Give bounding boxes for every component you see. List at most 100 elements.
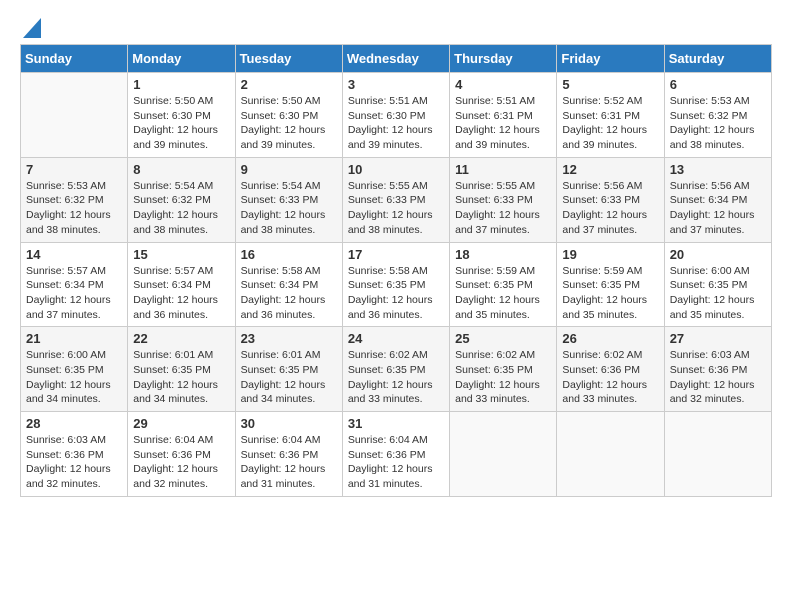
- day-number: 6: [670, 77, 766, 92]
- week-row-1: 7Sunrise: 5:53 AM Sunset: 6:32 PM Daylig…: [21, 157, 772, 242]
- day-cell: 6 Sunrise: 5:53 AM Sunset: 6:32 PM Daylig…: [664, 73, 771, 158]
- day-info: Sunrise: 5:53 AM Sunset: 6:32 PM Dayligh…: [26, 179, 122, 238]
- day-cell: 13 Sunrise: 5:56 AM Sunset: 6:34 PM Dayli…: [664, 157, 771, 242]
- day-cell: 1 Sunrise: 5:50 AM Sunset: 6:30 PM Daylig…: [128, 73, 235, 158]
- header-cell-friday: Friday: [557, 45, 664, 73]
- day-number: 23: [241, 331, 337, 346]
- day-info: Sunrise: 5:50 AM Sunset: 6:30 PM Dayligh…: [241, 94, 337, 153]
- page-header: [20, 20, 772, 34]
- logo: [20, 20, 41, 34]
- day-info: Sunrise: 5:55 AM Sunset: 6:33 PM Dayligh…: [348, 179, 444, 238]
- day-cell: 4 Sunrise: 5:51 AM Sunset: 6:31 PM Daylig…: [450, 73, 557, 158]
- day-info: Sunrise: 6:00 AM Sunset: 6:35 PM Dayligh…: [670, 264, 766, 323]
- calendar-header: SundayMondayTuesdayWednesdayThursdayFrid…: [21, 45, 772, 73]
- day-cell: 2Sunrise: 5:50 AM Sunset: 6:30 PM Daylig…: [235, 73, 342, 158]
- day-info: Sunrise: 6:02 AM Sunset: 6:35 PM Dayligh…: [455, 348, 551, 407]
- day-cell: [664, 412, 771, 497]
- day-cell: 30 Sunrise: 6:04 AM Sunset: 6:36 PM Dayli…: [235, 412, 342, 497]
- day-cell: 21 Sunrise: 6:00 AM Sunset: 6:35 PM Dayli…: [21, 327, 128, 412]
- day-cell: 20 Sunrise: 6:00 AM Sunset: 6:35 PM Dayli…: [664, 242, 771, 327]
- day-cell: 23 Sunrise: 6:01 AM Sunset: 6:35 PM Dayli…: [235, 327, 342, 412]
- day-number: 16: [241, 247, 337, 262]
- day-number: 12: [562, 162, 658, 177]
- day-cell: [557, 412, 664, 497]
- day-number: 8: [133, 162, 229, 177]
- week-row-2: 14Sunrise: 5:57 AM Sunset: 6:34 PM Dayli…: [21, 242, 772, 327]
- day-info: Sunrise: 6:03 AM Sunset: 6:36 PM Dayligh…: [670, 348, 766, 407]
- day-number: 31: [348, 416, 444, 431]
- day-cell: 3Sunrise: 5:51 AM Sunset: 6:30 PM Daylig…: [342, 73, 449, 158]
- day-info: Sunrise: 5:57 AM Sunset: 6:34 PM Dayligh…: [133, 264, 229, 323]
- logo-triangle-icon: [23, 18, 41, 38]
- day-cell: 7Sunrise: 5:53 AM Sunset: 6:32 PM Daylig…: [21, 157, 128, 242]
- day-info: Sunrise: 6:01 AM Sunset: 6:35 PM Dayligh…: [133, 348, 229, 407]
- day-number: 10: [348, 162, 444, 177]
- day-info: Sunrise: 5:56 AM Sunset: 6:33 PM Dayligh…: [562, 179, 658, 238]
- day-info: Sunrise: 6:02 AM Sunset: 6:36 PM Dayligh…: [562, 348, 658, 407]
- day-number: 18: [455, 247, 551, 262]
- header-cell-saturday: Saturday: [664, 45, 771, 73]
- day-number: 3: [348, 77, 444, 92]
- day-cell: 28 Sunrise: 6:03 AM Sunset: 6:36 PM Dayli…: [21, 412, 128, 497]
- day-number: 19: [562, 247, 658, 262]
- day-number: 24: [348, 331, 444, 346]
- day-cell: 18 Sunrise: 5:59 AM Sunset: 6:35 PM Dayli…: [450, 242, 557, 327]
- day-info: Sunrise: 5:55 AM Sunset: 6:33 PM Dayligh…: [455, 179, 551, 238]
- day-cell: 29 Sunrise: 6:04 AM Sunset: 6:36 PM Dayli…: [128, 412, 235, 497]
- day-number: 5: [562, 77, 658, 92]
- day-number: 26: [562, 331, 658, 346]
- day-cell: 15 Sunrise: 5:57 AM Sunset: 6:34 PM Dayli…: [128, 242, 235, 327]
- day-cell: 27Sunrise: 6:03 AM Sunset: 6:36 PM Dayli…: [664, 327, 771, 412]
- day-cell: 22 Sunrise: 6:01 AM Sunset: 6:35 PM Dayli…: [128, 327, 235, 412]
- day-number: 15: [133, 247, 229, 262]
- day-number: 13: [670, 162, 766, 177]
- day-info: Sunrise: 5:58 AM Sunset: 6:35 PM Dayligh…: [348, 264, 444, 323]
- day-cell: 5 Sunrise: 5:52 AM Sunset: 6:31 PM Daylig…: [557, 73, 664, 158]
- day-cell: 17 Sunrise: 5:58 AM Sunset: 6:35 PM Dayli…: [342, 242, 449, 327]
- day-number: 22: [133, 331, 229, 346]
- day-cell: 26 Sunrise: 6:02 AM Sunset: 6:36 PM Dayli…: [557, 327, 664, 412]
- day-info: Sunrise: 6:02 AM Sunset: 6:35 PM Dayligh…: [348, 348, 444, 407]
- day-cell: [450, 412, 557, 497]
- day-cell: 31 Sunrise: 6:04 AM Sunset: 6:36 PM Dayli…: [342, 412, 449, 497]
- day-info: Sunrise: 5:50 AM Sunset: 6:30 PM Dayligh…: [133, 94, 229, 153]
- day-info: Sunrise: 6:04 AM Sunset: 6:36 PM Dayligh…: [133, 433, 229, 492]
- day-cell: 16Sunrise: 5:58 AM Sunset: 6:34 PM Dayli…: [235, 242, 342, 327]
- day-number: 1: [133, 77, 229, 92]
- day-info: Sunrise: 5:53 AM Sunset: 6:32 PM Dayligh…: [670, 94, 766, 153]
- day-number: 28: [26, 416, 122, 431]
- day-info: Sunrise: 5:54 AM Sunset: 6:33 PM Dayligh…: [241, 179, 337, 238]
- day-cell: 24 Sunrise: 6:02 AM Sunset: 6:35 PM Dayli…: [342, 327, 449, 412]
- day-number: 29: [133, 416, 229, 431]
- day-number: 9: [241, 162, 337, 177]
- day-info: Sunrise: 6:04 AM Sunset: 6:36 PM Dayligh…: [348, 433, 444, 492]
- day-info: Sunrise: 5:52 AM Sunset: 6:31 PM Dayligh…: [562, 94, 658, 153]
- header-cell-wednesday: Wednesday: [342, 45, 449, 73]
- day-info: Sunrise: 6:01 AM Sunset: 6:35 PM Dayligh…: [241, 348, 337, 407]
- day-info: Sunrise: 5:56 AM Sunset: 6:34 PM Dayligh…: [670, 179, 766, 238]
- header-cell-sunday: Sunday: [21, 45, 128, 73]
- day-number: 21: [26, 331, 122, 346]
- day-info: Sunrise: 6:03 AM Sunset: 6:36 PM Dayligh…: [26, 433, 122, 492]
- day-info: Sunrise: 6:04 AM Sunset: 6:36 PM Dayligh…: [241, 433, 337, 492]
- day-cell: 12 Sunrise: 5:56 AM Sunset: 6:33 PM Dayli…: [557, 157, 664, 242]
- week-row-4: 28 Sunrise: 6:03 AM Sunset: 6:36 PM Dayli…: [21, 412, 772, 497]
- day-number: 20: [670, 247, 766, 262]
- week-row-3: 21 Sunrise: 6:00 AM Sunset: 6:35 PM Dayli…: [21, 327, 772, 412]
- day-cell: 11 Sunrise: 5:55 AM Sunset: 6:33 PM Dayli…: [450, 157, 557, 242]
- day-number: 11: [455, 162, 551, 177]
- day-info: Sunrise: 6:00 AM Sunset: 6:35 PM Dayligh…: [26, 348, 122, 407]
- day-info: Sunrise: 5:59 AM Sunset: 6:35 PM Dayligh…: [455, 264, 551, 323]
- day-number: 4: [455, 77, 551, 92]
- day-cell: 8Sunrise: 5:54 AM Sunset: 6:32 PM Daylig…: [128, 157, 235, 242]
- day-cell: 19 Sunrise: 5:59 AM Sunset: 6:35 PM Dayli…: [557, 242, 664, 327]
- week-row-0: 1 Sunrise: 5:50 AM Sunset: 6:30 PM Daylig…: [21, 73, 772, 158]
- day-info: Sunrise: 5:59 AM Sunset: 6:35 PM Dayligh…: [562, 264, 658, 323]
- day-number: 30: [241, 416, 337, 431]
- header-cell-monday: Monday: [128, 45, 235, 73]
- day-info: Sunrise: 5:57 AM Sunset: 6:34 PM Dayligh…: [26, 264, 122, 323]
- day-cell: 25Sunrise: 6:02 AM Sunset: 6:35 PM Dayli…: [450, 327, 557, 412]
- calendar-body: 1 Sunrise: 5:50 AM Sunset: 6:30 PM Daylig…: [21, 73, 772, 497]
- day-number: 17: [348, 247, 444, 262]
- day-info: Sunrise: 5:51 AM Sunset: 6:31 PM Dayligh…: [455, 94, 551, 153]
